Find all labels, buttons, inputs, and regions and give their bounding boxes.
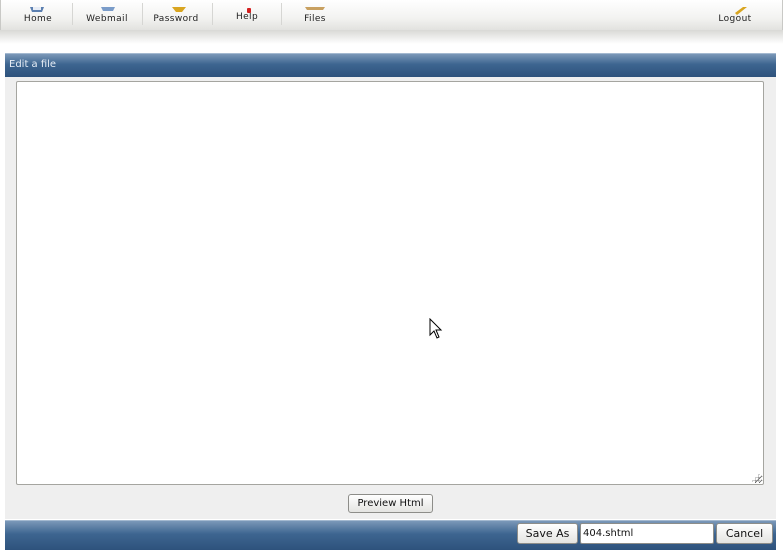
key-icon [162,0,190,12]
nav-password-label: Password [153,14,199,24]
cancel-button[interactable]: Cancel [716,523,773,544]
logout-icon [721,0,749,15]
preview-html-button[interactable]: Preview Html [348,494,433,513]
home-icon [24,0,52,12]
editor-panel [5,77,776,519]
panel-title: Edit a file [9,59,57,70]
nav-files[interactable]: Files [300,0,330,30]
help-icon [233,0,261,13]
file-editor-textarea[interactable] [16,81,764,485]
mouse-pointer-icon [429,318,443,339]
nav-logout-label: Logout [718,14,752,24]
nav-separator [281,3,282,25]
nav-password[interactable]: Password [152,0,200,30]
nav-webmail[interactable]: Webmail [84,0,130,30]
nav-separator [72,3,73,25]
nav-separator [212,3,213,25]
nav-separator [142,3,143,25]
nav-files-label: Files [304,14,326,24]
panel-header: Edit a file [5,53,776,77]
top-toolbar: Home Webmail Password Help Files Logout [0,0,783,30]
nav-home-label: Home [23,14,53,24]
filename-input[interactable] [580,523,714,544]
nav-logout[interactable]: Logout [715,0,755,30]
nav-webmail-label: Webmail [86,14,128,24]
folder-icon [301,0,329,10]
webmail-icon [93,0,121,11]
toolbar-shadow [0,30,783,44]
nav-home[interactable]: Home [21,0,55,30]
save-as-button[interactable]: Save As [517,523,578,544]
nav-help[interactable]: Help [231,0,263,30]
